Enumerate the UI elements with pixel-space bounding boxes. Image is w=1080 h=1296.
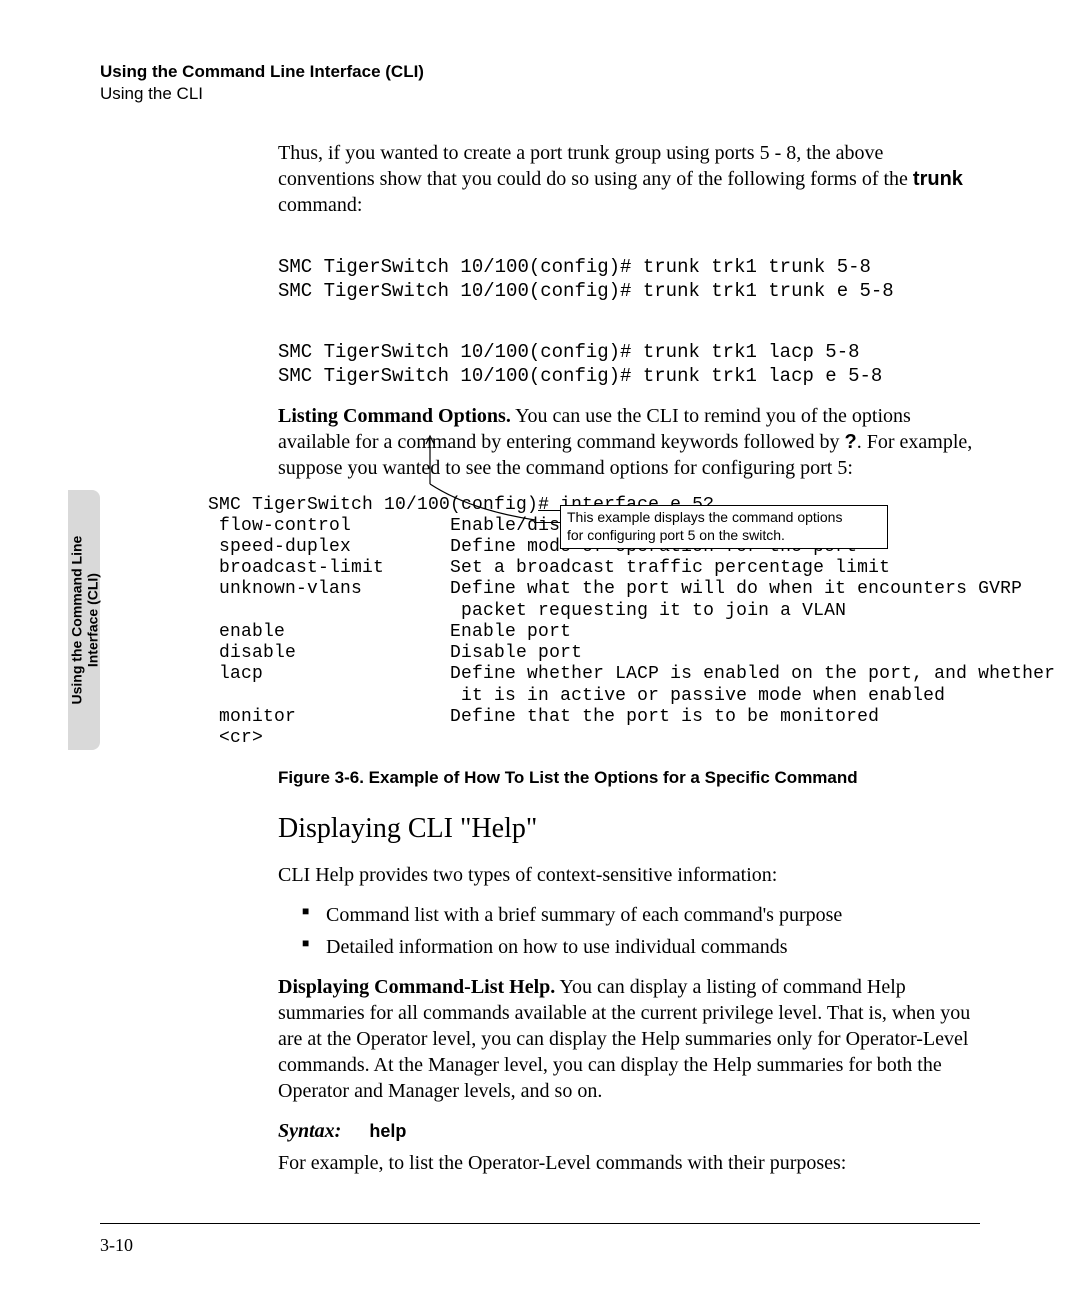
side-tab-line2: Interface (CLI)	[84, 573, 100, 667]
help-bullet-1: Command list with a brief summary of eac…	[302, 902, 980, 928]
cmd-line-3: SMC TigerSwitch 10/100(config)# trunk tr…	[278, 341, 860, 363]
command-list-help-paragraph: Displaying Command-List Help. You can di…	[278, 974, 980, 1104]
callout-line-1: This example displays the command option…	[567, 509, 881, 527]
opt-cr: <cr>	[208, 728, 263, 748]
listing-paragraph: Listing Command Options. You can use the…	[278, 403, 980, 481]
figure-caption: Figure 3-6. Example of How To List the O…	[278, 767, 980, 789]
opt-broadcast-limit: broadcast-limit	[208, 558, 384, 578]
opt-monitor-desc: Define that the port is to be monitored	[450, 707, 879, 727]
opt-enable: enable	[208, 622, 285, 642]
help-intro: CLI Help provides two types of context-s…	[278, 862, 980, 888]
opt-disable-desc: Disable port	[450, 643, 582, 663]
intro-text-c: command:	[278, 194, 362, 216]
opt-lacp-desc2: it is in active or passive mode when ena…	[461, 686, 945, 706]
term-prompt: SMC TigerSwitch 10/100(config)	[208, 495, 538, 515]
page-number: 3-10	[100, 1235, 133, 1256]
callout-line-2: for configuring port 5 on the switch.	[567, 527, 881, 545]
command-list-help-lead: Displaying Command-List Help.	[278, 976, 555, 998]
help-bullet-2: Detailed information on how to use indiv…	[302, 934, 980, 960]
cmd-line-4: SMC TigerSwitch 10/100(config)# trunk tr…	[278, 365, 882, 387]
intro-paragraph: Thus, if you wanted to create a port tru…	[278, 140, 980, 218]
syntax-label: Syntax:	[278, 1120, 341, 1142]
trunk-commands-block-2: SMC TigerSwitch 10/100(config)# trunk tr…	[278, 317, 980, 388]
opt-monitor: monitor	[208, 707, 296, 727]
cmd-line-1: SMC TigerSwitch 10/100(config)# trunk tr…	[278, 256, 871, 278]
opt-flow-control: flow-control	[208, 516, 351, 536]
callout-box: This example displays the command option…	[560, 505, 888, 549]
footer-rule	[100, 1223, 980, 1224]
question-mark: ?	[845, 431, 857, 453]
opt-enable-desc: Enable port	[450, 622, 571, 642]
listing-lead: Listing Command Options.	[278, 405, 511, 427]
page-header-title: Using the Command Line Interface (CLI)	[100, 62, 980, 82]
help-example-intro: For example, to list the Operator-Level …	[278, 1150, 980, 1176]
callout-connector	[534, 522, 560, 523]
cmd-line-2: SMC TigerSwitch 10/100(config)# trunk tr…	[278, 280, 894, 302]
opt-unknown-vlans: unknown-vlans	[208, 579, 362, 599]
section-heading-help: Displaying CLI "Help"	[278, 811, 980, 847]
side-tab-line1: Using the Command Line	[68, 536, 84, 705]
opt-speed-duplex: speed-duplex	[208, 537, 351, 557]
opt-disable: disable	[208, 643, 296, 663]
opt-unknown-vlans-desc2: packet requesting it to join a VLAN	[461, 601, 846, 621]
trunk-commands-block-1: SMC TigerSwitch 10/100(config)# trunk tr…	[278, 232, 980, 303]
syntax-line: Syntax: help	[278, 1118, 980, 1144]
opt-unknown-vlans-desc: Define what the port will do when it enc…	[450, 579, 1022, 599]
intro-text-a: Thus, if you wanted to create a port tru…	[278, 142, 913, 190]
opt-lacp-desc: Define whether LACP is enabled on the po…	[450, 664, 1055, 684]
help-bullet-list: Command list with a brief summary of eac…	[302, 902, 980, 960]
syntax-value: help	[369, 1121, 406, 1141]
page-header-subtitle: Using the CLI	[100, 84, 980, 104]
side-tab: Using the Command Line Interface (CLI)	[68, 490, 100, 750]
opt-broadcast-limit-desc: Set a broadcast traffic percentage limit	[450, 558, 890, 578]
opt-lacp: lacp	[208, 664, 263, 684]
trunk-keyword: trunk	[913, 168, 963, 190]
